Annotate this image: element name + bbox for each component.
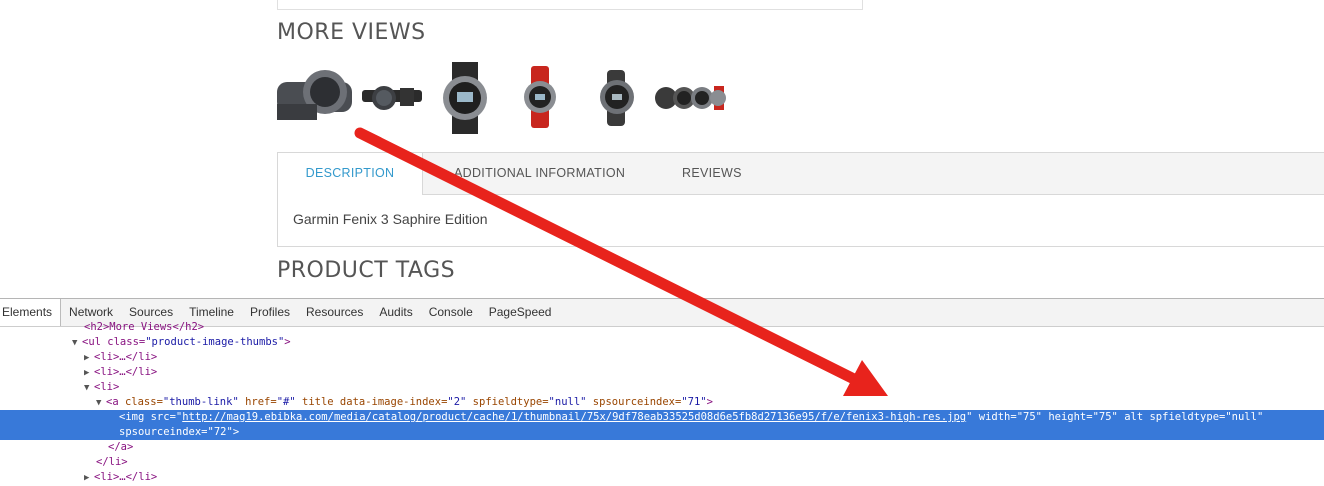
description-text: Garmin Fenix 3 Saphire Edition [293,211,488,227]
expanded-triangle-icon[interactable]: ▼ [96,396,106,411]
dom-line-img-selected-cont[interactable]: spsourceindex="72"> [0,425,1324,440]
expanded-triangle-icon[interactable]: ▼ [72,336,82,351]
dom-line-li-collapsed[interactable]: ▶ <li>…</li> [0,365,1324,380]
watch-side-view-image [277,70,352,120]
product-tabs: DESCRIPTION ADDITIONAL INFORMATION REVIE… [277,152,1324,247]
dom-line-li-collapsed[interactable]: ▶ <li>…</li> [0,350,1324,365]
collapsed-triangle-icon[interactable]: ▶ [84,351,94,366]
watch-front-view-image [443,62,487,134]
expanded-triangle-icon[interactable]: ▼ [84,381,94,396]
thumbnail-fenix3-red-band[interactable] [502,60,577,135]
product-image-thumbs [277,60,727,135]
image-src-link[interactable]: http://mag19.ebibka.com/media/catalog/pr… [182,411,966,423]
more-views-heading: MORE VIEWS [277,20,426,45]
dom-line-li-open[interactable]: ▼ <li> [0,380,1324,395]
product-tags-heading: PRODUCT TAGS [277,258,456,283]
watch-red-band-image [524,66,556,128]
dom-line-anchor[interactable]: ▼ <a class="thumb-link" href="#" title da… [0,395,1324,410]
collapsed-triangle-icon[interactable]: ▶ [84,471,94,486]
dom-line-ul[interactable]: ▼ <ul class="product-image-thumbs"> [0,335,1324,350]
tab-description[interactable]: DESCRIPTION [278,153,423,195]
thumbnail-fenix3-group-view[interactable] [652,60,727,135]
tab-bar: DESCRIPTION ADDITIONAL INFORMATION REVIE… [278,153,1324,195]
thumbnail-fenix3-side-view[interactable] [277,60,352,135]
thumbnail-fenix3-angled-view[interactable] [577,60,652,135]
dom-line-h2[interactable]: <h2>More Views</h2> [0,320,1324,335]
tab-reviews[interactable]: REVIEWS [682,153,742,194]
watch-group-view-image [655,86,726,110]
thumbnail-fenix3-with-strap[interactable] [352,60,427,135]
dom-tree: <h2>More Views</h2> ▼ <ul class="product-… [0,320,1324,485]
dom-line-li-close[interactable]: </li> [0,455,1324,470]
watch-with-strap-image [362,86,422,110]
tab-additional-information[interactable]: ADDITIONAL INFORMATION [454,153,625,194]
devtools-panel: Elements Network Sources Timeline Profil… [0,298,1324,484]
previous-section-box [277,0,863,10]
dom-line-img-selected[interactable]: <img src="http://mag19.ebibka.com/media/… [0,410,1324,425]
dom-line-anchor-close[interactable]: </a> [0,440,1324,455]
collapsed-triangle-icon[interactable]: ▶ [84,366,94,381]
watch-angled-view-image [600,70,634,126]
thumbnail-fenix3-front-view[interactable] [427,60,502,135]
